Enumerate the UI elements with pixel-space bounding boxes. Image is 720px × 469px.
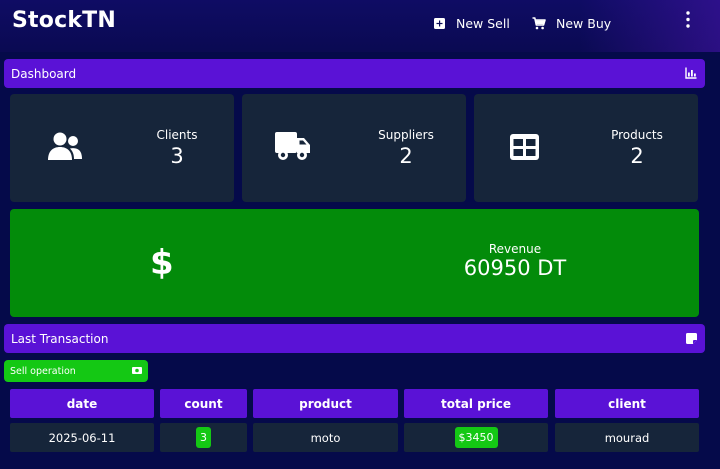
app-title: StockTN — [12, 8, 116, 33]
grid-icon — [510, 134, 539, 164]
revenue-card[interactable]: $ Revenue 60950 DT — [10, 209, 699, 317]
dollar-icon: $ — [150, 243, 174, 283]
clients-label: Clients — [156, 128, 198, 142]
column-header-date: date — [10, 389, 154, 418]
suppliers-card[interactable]: Suppliers 2 — [242, 94, 466, 202]
note-icon — [686, 333, 697, 344]
plus-square-icon — [432, 16, 446, 30]
cell-total-price: $3450 — [404, 423, 548, 452]
cart-icon — [532, 16, 546, 30]
kebab-menu-icon[interactable] — [680, 10, 696, 30]
last-transaction-title: Last Transaction — [11, 331, 109, 346]
cash-icon — [132, 366, 142, 375]
new-sell-label: New Sell — [456, 15, 510, 31]
new-buy-button[interactable]: New Buy — [532, 14, 611, 32]
sell-operation-label: Sell operation — [10, 365, 76, 377]
suppliers-label: Suppliers — [378, 128, 434, 142]
total-price-badge: $3450 — [454, 427, 498, 448]
cell-client: mourad — [555, 423, 699, 452]
truck-icon — [275, 132, 311, 166]
count-badge: 3 — [196, 427, 211, 448]
revenue-label: Revenue — [488, 242, 542, 256]
cell-product: moto — [253, 423, 398, 452]
column-header-count: count — [160, 389, 247, 418]
dashboard-section-header: Dashboard — [4, 59, 705, 88]
new-buy-label: New Buy — [556, 15, 612, 31]
clients-card[interactable]: Clients 3 — [10, 94, 234, 202]
last-transaction-header: Last Transaction — [4, 324, 705, 353]
bar-chart-icon — [685, 67, 697, 79]
new-sell-button[interactable]: New Sell — [432, 14, 510, 32]
suppliers-value: 2 — [399, 144, 413, 168]
clients-value: 3 — [170, 144, 184, 168]
cell-date: 2025-06-11 — [10, 423, 154, 452]
column-header-total-price: total price — [404, 389, 548, 418]
products-card[interactable]: Products 2 — [474, 94, 698, 202]
cell-count: 3 — [160, 423, 247, 452]
sell-operation-badge[interactable]: Sell operation — [4, 360, 148, 382]
users-icon — [47, 132, 83, 166]
revenue-value: 60950 DT — [463, 256, 567, 280]
column-header-product: product — [253, 389, 398, 418]
column-header-client: client — [555, 389, 699, 418]
products-label: Products — [611, 128, 663, 142]
dashboard-title: Dashboard — [11, 66, 77, 81]
products-value: 2 — [630, 144, 644, 168]
